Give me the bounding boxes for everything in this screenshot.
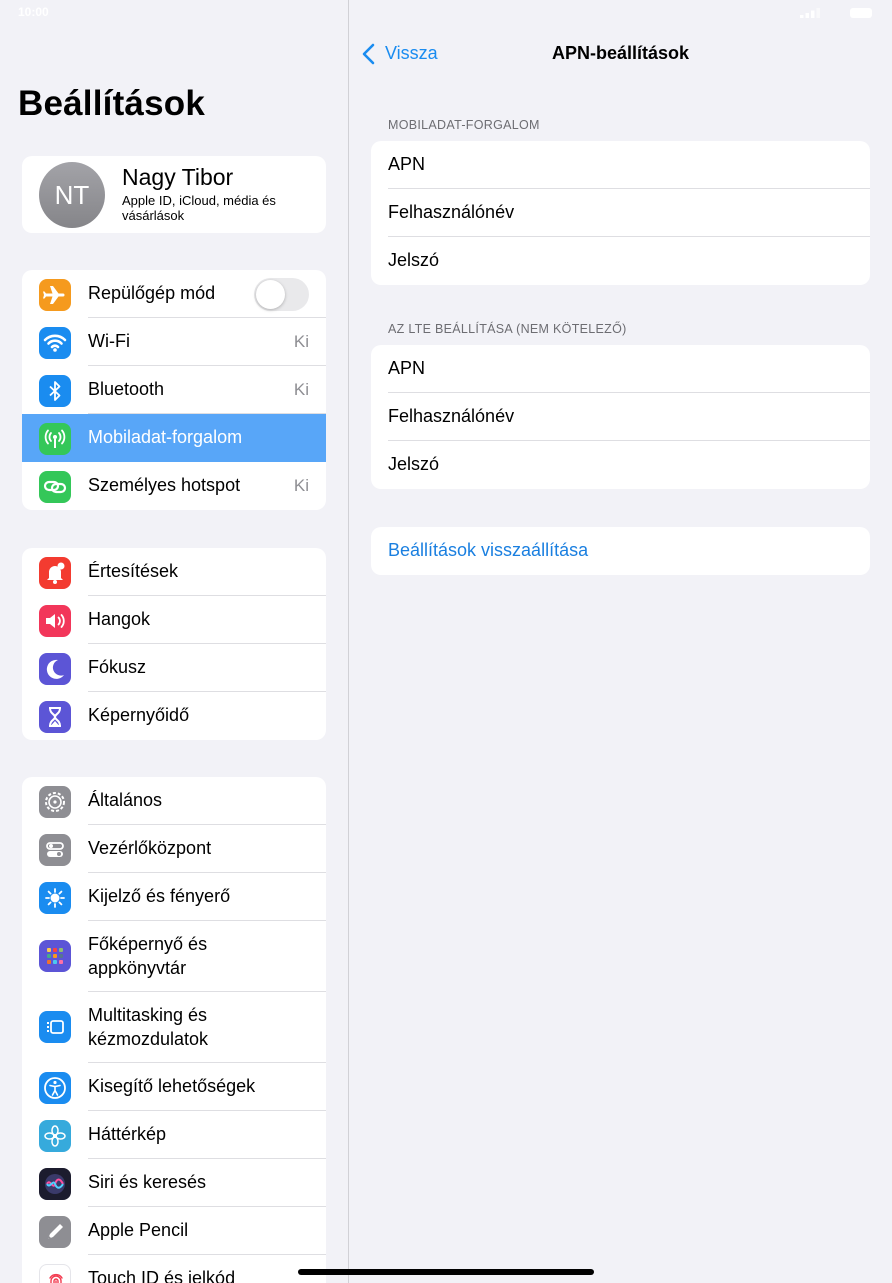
sidebar-item-siri[interactable]: Siri és keresés	[22, 1159, 326, 1207]
sidebar-item-label: Bluetooth	[88, 379, 165, 399]
status-bar: 10:00	[0, 0, 892, 26]
sidebar-item-label: Általános	[88, 790, 163, 810]
field-label: Felhasználónév	[388, 202, 515, 222]
bell-icon	[39, 557, 71, 589]
home-indicator[interactable]	[298, 1269, 594, 1275]
sidebar: Beállítások NT Nagy Tibor Apple ID, iClo…	[0, 0, 348, 1283]
cellular-signal-icon	[800, 8, 820, 18]
moon-icon	[39, 653, 71, 685]
home-grid-icon	[39, 940, 71, 972]
battery-icon	[850, 8, 872, 18]
profile-subtitle: Apple ID, iCloud, média és vásárlások	[122, 193, 276, 223]
bluetooth-icon	[39, 375, 71, 407]
switches-icon	[39, 834, 71, 866]
sidebar-item-label: Kisegítő lehetőségek	[88, 1076, 256, 1096]
status-time: 10:00	[18, 5, 49, 19]
sidebar-item-label: Touch ID és jelkód	[88, 1268, 236, 1283]
link-icon	[39, 471, 71, 503]
sidebar-item-label: Hangok	[88, 609, 151, 629]
field-label: APN	[388, 154, 426, 174]
sidebar-item-sounds[interactable]: Hangok	[22, 596, 326, 644]
multitasking-icon	[39, 1011, 71, 1043]
accessibility-icon	[39, 1072, 71, 1104]
sidebar-item-mobile-data[interactable]: Mobiladat-forgalom	[22, 414, 326, 462]
password-field[interactable]: Jelszó	[371, 237, 870, 285]
wifi-status: Ki	[293, 332, 309, 351]
field-label: Jelszó	[388, 454, 440, 474]
reset-settings-button[interactable]: Beállítások visszaállítása	[371, 527, 870, 575]
sidebar-item-label: Mobiladat-forgalom	[88, 427, 243, 447]
airplane-mode-toggle[interactable]	[254, 278, 309, 311]
pencil-icon	[39, 1216, 71, 1248]
sun-icon	[39, 882, 71, 914]
lte-apn-group: APN Felhasználónév Jelszó	[371, 345, 870, 489]
field-label: Jelszó	[388, 250, 440, 270]
wifi-icon	[39, 327, 71, 359]
sidebar-item-notifications[interactable]: Értesítések	[22, 548, 326, 596]
sidebar-item-display[interactable]: Kijelző és fényerő	[22, 873, 326, 921]
general-group: Általános Vezérlőközpont Kijelző és fény…	[22, 777, 326, 1283]
sidebar-item-home-screen[interactable]: Főképernyő és appkönyvtár	[22, 921, 326, 992]
sidebar-item-label: Értesítések	[88, 561, 179, 581]
sidebar-item-hotspot[interactable]: Személyes hotspot Ki	[22, 462, 326, 510]
reset-settings-label: Beállítások visszaállítása	[388, 540, 589, 560]
sidebar-item-screen-time[interactable]: Képernyőidő	[22, 692, 326, 740]
sidebar-item-wifi[interactable]: Wi-Fi Ki	[22, 318, 326, 366]
sidebar-item-wallpaper[interactable]: Háttérkép	[22, 1111, 326, 1159]
gear-icon	[39, 786, 71, 818]
sidebar-item-label: Háttérkép	[88, 1124, 167, 1144]
page-title: APN-beállítások	[551, 43, 690, 63]
sidebar-item-apple-pencil[interactable]: Apple Pencil	[22, 1207, 326, 1255]
fingerprint-icon	[39, 1264, 71, 1283]
mobile-data-apn-group: APN Felhasználónév Jelszó	[371, 141, 870, 285]
sidebar-item-airplane-mode[interactable]: Repülőgép mód	[22, 270, 326, 318]
lte-password-field[interactable]: Jelszó	[371, 441, 870, 489]
sidebar-item-touch-id[interactable]: Touch ID és jelkód	[22, 1255, 326, 1283]
connectivity-group: Repülőgép mód Wi-Fi Ki Bluetooth Ki Mobi…	[22, 270, 326, 510]
sidebar-item-label: Fókusz	[88, 657, 147, 677]
sidebar-item-label: Képernyőidő	[88, 705, 190, 725]
sidebar-item-label: Multitasking és kézmozdulatok	[88, 1005, 209, 1049]
sidebar-item-label: Apple Pencil	[88, 1220, 189, 1240]
profile-name: Nagy Tibor	[122, 164, 234, 190]
bluetooth-status: Ki	[293, 380, 309, 399]
toggle-knob	[256, 280, 285, 309]
flower-icon	[39, 1120, 71, 1152]
sidebar-item-multitasking[interactable]: Multitasking és kézmozdulatok	[22, 992, 326, 1063]
sidebar-item-accessibility[interactable]: Kisegítő lehetőségek	[22, 1063, 326, 1111]
field-label: Felhasználónév	[388, 406, 515, 426]
sidebar-item-focus[interactable]: Fókusz	[22, 644, 326, 692]
sidebar-title: Beállítások	[18, 84, 206, 123]
sidebar-item-label: Siri és keresés	[88, 1172, 207, 1192]
sidebar-item-label: Vezérlőközpont	[88, 838, 212, 858]
sidebar-item-label: Repülőgép mód	[88, 283, 216, 303]
airplane-icon	[39, 279, 71, 311]
lte-username-field[interactable]: Felhasználónév	[371, 393, 870, 441]
lte-apn-field[interactable]: APN	[371, 345, 870, 393]
siri-icon	[39, 1168, 71, 1200]
field-label: APN	[388, 358, 426, 378]
sidebar-item-control-center[interactable]: Vezérlőközpont	[22, 825, 326, 873]
sidebar-item-label: Kijelző és fényerő	[88, 886, 231, 906]
antenna-icon	[39, 423, 71, 455]
sidebar-item-label: Főképernyő és appkönyvtár	[88, 934, 208, 978]
sidebar-item-bluetooth[interactable]: Bluetooth Ki	[22, 366, 326, 414]
reset-group: Beállítások visszaállítása	[371, 527, 870, 575]
speaker-icon	[39, 605, 71, 637]
profile-card[interactable]: NT Nagy Tibor Apple ID, iCloud, média és…	[22, 156, 326, 233]
notifications-group: Értesítések Hangok Fókusz Képernyőidő	[22, 548, 326, 740]
detail-pane: Vissza APN-beállítások MOBILADAT-FORGALO…	[349, 0, 892, 1283]
apn-field[interactable]: APN	[371, 141, 870, 189]
username-field[interactable]: Felhasználónév	[371, 189, 870, 237]
sidebar-item-label: Wi-Fi	[88, 331, 130, 351]
sidebar-item-label: Személyes hotspot	[88, 475, 241, 495]
hotspot-status: Ki	[293, 476, 309, 495]
section-header-lte: AZ LTE BEÁLLÍTÁSA (NEM KÖTELEZŐ)	[388, 322, 627, 336]
avatar: NT	[39, 162, 105, 228]
hourglass-icon	[39, 701, 71, 733]
sidebar-item-general[interactable]: Általános	[22, 777, 326, 825]
section-header-mobile-data: MOBILADAT-FORGALOM	[388, 118, 540, 132]
